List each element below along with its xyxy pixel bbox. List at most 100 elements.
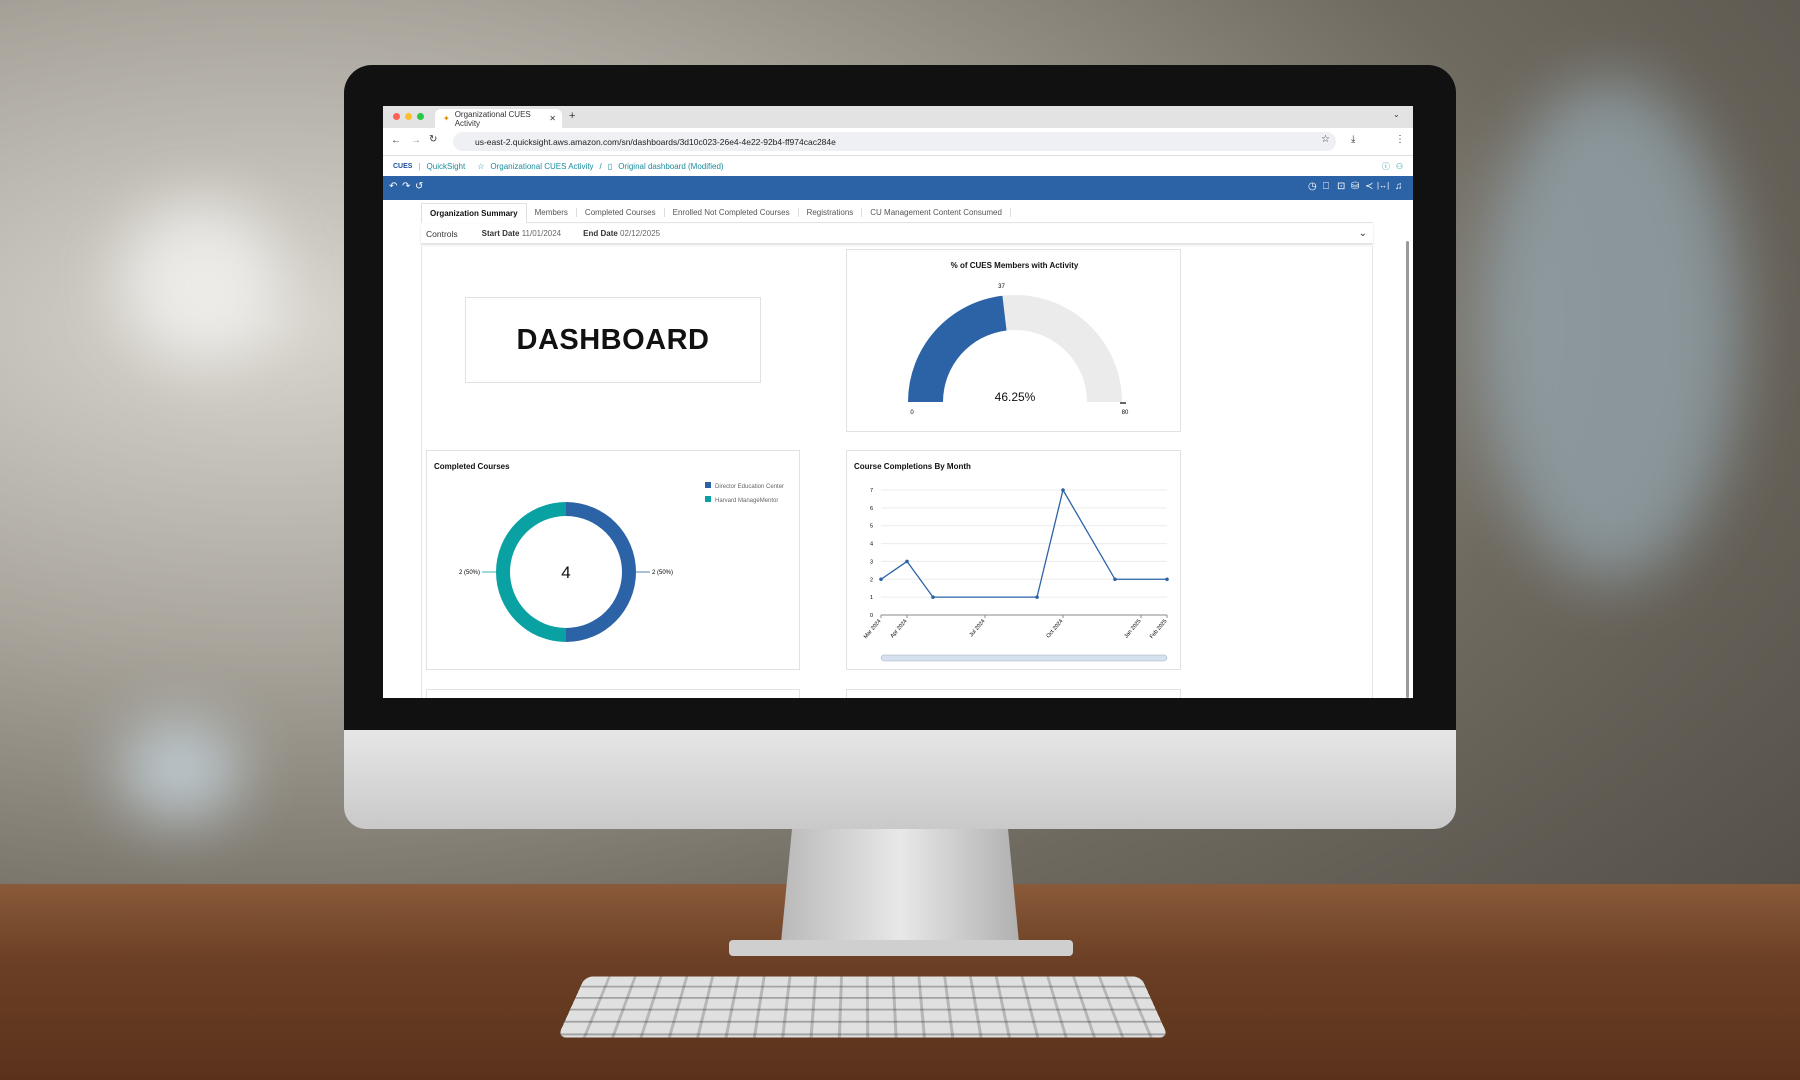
donut-chart: 2 (50%) Director Education Center 2 (50%) H… <box>459 482 784 642</box>
donut-slice <box>496 502 566 642</box>
close-tab-icon[interactable]: ✕ <box>549 114 556 123</box>
x-tick-label: Feb 2025 <box>1149 618 1169 640</box>
data-point <box>1165 577 1169 582</box>
data-point <box>1061 488 1065 492</box>
alert-bell-icon[interactable]: ♫ <box>1395 181 1403 192</box>
y-tick-label: 7 <box>870 488 873 494</box>
start-date-value[interactable]: 11/01/2024 <box>522 229 561 238</box>
lower-card-left <box>426 689 800 698</box>
start-date-label: Start Date <box>481 229 520 238</box>
x-tick-label: Jul 2024 <box>969 618 987 638</box>
sheet-tabs: Organization Summary Members Completed C… <box>421 202 1373 223</box>
tab-members[interactable]: Members <box>527 208 577 217</box>
help-icon[interactable]: ⓘ <box>1382 161 1390 172</box>
donut-data-label: 2 (50%) <box>652 570 673 576</box>
expand-controls-chevron-icon[interactable]: ⌄ <box>1359 228 1367 239</box>
y-tick-label: 1 <box>870 595 873 601</box>
data-point <box>905 559 909 564</box>
schedule-icon[interactable]: ◷ <box>1308 181 1317 192</box>
x-tick-label: Mar 2024 <box>863 618 883 640</box>
tab-list-chevron-icon[interactable]: ⌄ <box>1393 110 1400 119</box>
legend-label: Director Education Center <box>715 484 784 490</box>
bookmark-star-icon[interactable]: ☆ <box>1321 134 1330 145</box>
x-tick-label: Jan 2025 <box>1123 618 1142 639</box>
data-point <box>879 577 883 582</box>
dashboard-text-box: DASHBOARD <box>465 297 761 383</box>
keyboard <box>557 976 1169 1038</box>
tab-organization-summary[interactable]: Organization Summary <box>421 202 527 223</box>
data-point <box>1035 595 1039 599</box>
gauge-max-label: 80 <box>1122 410 1129 416</box>
breadcrumb-dashboard[interactable]: Organizational CUES Activity <box>490 162 593 171</box>
dashboard-heading: DASHBOARD <box>516 323 710 356</box>
tab-cu-management-content[interactable]: CU Management Content Consumed <box>862 208 1011 217</box>
gauge-fill <box>908 295 1007 402</box>
legend-label: Harvard ManageMentor <box>715 498 778 504</box>
back-icon[interactable]: ← <box>391 135 401 146</box>
new-tab-icon[interactable]: + <box>569 110 575 122</box>
screen: ✦ Organizational CUES Activity ✕ + ⌄ ← →… <box>383 106 1413 698</box>
completed-courses-card[interactable]: Completed Courses 2 (50%) Director Educat… <box>426 450 800 670</box>
minimize-window-button[interactable] <box>405 113 412 120</box>
page-scrollbar[interactable] <box>1406 241 1409 698</box>
browser-tab-bar: ✦ Organizational CUES Activity ✕ + ⌄ <box>383 106 1413 128</box>
y-tick-label: 2 <box>870 577 873 583</box>
donut-center-total: 4 <box>561 563 570 582</box>
bookmark-icon[interactable]: ⎕ <box>1323 181 1329 192</box>
donut-slice <box>566 502 636 642</box>
completions-by-month-card[interactable]: Course Completions By Month 0 1 2 3 4 5 6 7 Mar … <box>846 450 1181 670</box>
reload-icon[interactable]: ↻ <box>429 134 437 145</box>
dataset-icon[interactable]: ⛁ <box>1351 181 1359 192</box>
end-date-value[interactable]: 02/12/2025 <box>620 229 660 238</box>
range-scrollbar[interactable] <box>880 654 1168 662</box>
cues-logo: CUES <box>393 163 413 170</box>
menu-icon[interactable]: ⋮ <box>1395 134 1405 145</box>
forward-icon[interactable]: → <box>411 135 421 146</box>
url-text: us-east-2.quicksight.aws.amazon.com/sn/d… <box>475 136 836 147</box>
data-point <box>1113 577 1117 582</box>
bookmark-icon: ▯ <box>607 162 613 171</box>
gauge-value-label: 37 <box>998 284 1005 290</box>
tab-completed-courses[interactable]: Completed Courses <box>577 208 665 217</box>
y-tick-label: 3 <box>870 559 873 565</box>
breadcrumb-sheet[interactable]: Original dashboard (Modified) <box>618 162 723 171</box>
controls-bar[interactable]: Controls Start Date 11/01/2024 End Date … <box>421 224 1373 244</box>
undo-icon[interactable]: ↶ <box>389 181 397 192</box>
gauge-card[interactable]: % of CUES Members with Activity 37 0 80 46.… <box>846 249 1181 432</box>
close-window-button[interactable] <box>393 113 400 120</box>
y-tick-label: 6 <box>870 506 873 512</box>
maximize-window-button[interactable] <box>417 113 424 120</box>
monitor-stand <box>780 829 1020 953</box>
monitor-chin <box>344 730 1456 829</box>
reset-icon[interactable]: ↺ <box>415 181 423 192</box>
url-input[interactable]: us-east-2.quicksight.aws.amazon.com/sn/d… <box>453 132 1336 151</box>
breadcrumb-separator: / <box>599 162 602 171</box>
quicksight-favicon-icon: ✦ <box>443 114 450 123</box>
address-bar-row: ← → ↻ us-east-2.quicksight.aws.amazon.co… <box>383 128 1413 156</box>
export-icon[interactable]: ⊡ <box>1337 181 1345 192</box>
legend-swatch <box>705 496 711 502</box>
tab-registrations[interactable]: Registrations <box>799 208 863 217</box>
gauge-chart: 37 0 80 46.25% <box>908 284 1129 416</box>
y-tick-label: 0 <box>870 613 873 619</box>
donut-data-label: 2 (50%) <box>459 570 480 576</box>
share-icon[interactable]: ≺ <box>1365 181 1373 192</box>
tab-enrolled-not-completed[interactable]: Enrolled Not Completed Courses <box>665 208 799 217</box>
favorite-star-icon[interactable]: ☆ <box>477 162 484 171</box>
legend-swatch <box>705 482 711 488</box>
line-chart: 0 1 2 3 4 5 6 7 Mar 2024 Apr 2024 Jul 2024 Oct 2024… <box>863 488 1169 662</box>
quicksight-link[interactable]: QuickSight <box>427 162 466 171</box>
download-icon[interactable]: ⤓ <box>1351 134 1355 145</box>
dashboard-toolbar: ↶ ↷ ↺ ◷ ⎕ ⊡ ⛁ ≺ |↔| ♫ <box>383 176 1413 200</box>
gauge-min-label: 0 <box>910 410 914 416</box>
browser-tab[interactable]: ✦ Organizational CUES Activity ✕ <box>435 109 562 128</box>
fit-width-icon[interactable]: |↔| <box>1377 181 1389 190</box>
lower-card-right <box>846 689 1181 698</box>
end-date-label: End Date <box>583 229 618 238</box>
controls-label: Controls <box>426 228 458 239</box>
y-tick-label: 5 <box>870 524 873 530</box>
user-icon[interactable]: ⚇ <box>1396 162 1403 171</box>
redo-icon[interactable]: ↷ <box>402 181 410 192</box>
tab-title: Organizational CUES Activity <box>454 109 531 128</box>
x-tick-label: Oct 2024 <box>1046 618 1065 639</box>
